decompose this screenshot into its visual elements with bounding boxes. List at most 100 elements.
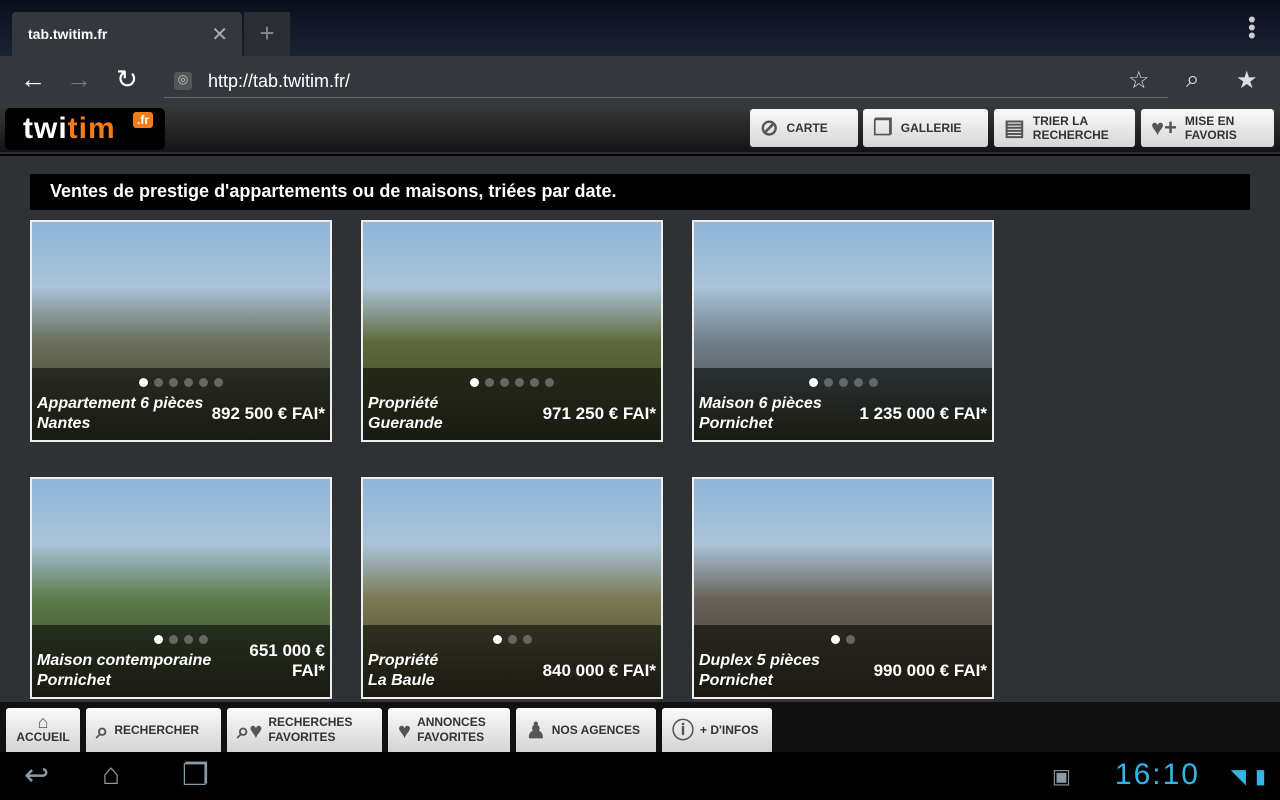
photo-dots (363, 374, 661, 392)
system-bar: ↩ ⌂ ❐ ▣ 16:10 ◥ ▮ (0, 752, 1280, 800)
nav-infos[interactable]: ⓘ + D'INFOS (662, 708, 772, 752)
battery-icon: ▮ (1254, 766, 1266, 788)
carousel-dot[interactable] (470, 378, 479, 387)
carousel-dot[interactable] (831, 635, 840, 644)
carousel-dot[interactable] (184, 378, 193, 387)
carousel-dot[interactable] (545, 378, 554, 387)
carousel-dot[interactable] (214, 378, 223, 387)
carousel-dot[interactable] (492, 635, 502, 644)
photo-dots (694, 631, 992, 649)
listing-type: Propriété (368, 652, 439, 669)
listing-caption: Maison 6 pièces Pornichet 1 235 000 € FAI… (694, 368, 992, 440)
star-icon[interactable]: ☆ (1128, 66, 1150, 95)
listing-price: 651 000 € FAI* (249, 641, 325, 680)
listing-card[interactable]: Maison contemporaine Pornichet 651 000 € … (30, 477, 332, 699)
trier-button[interactable]: ▤ TRIER LA RECHERCHE (994, 109, 1135, 147)
close-tab-icon[interactable]: ✕ (211, 22, 228, 47)
listing-type: Maison 6 pièces (699, 395, 822, 412)
carousel-dot[interactable] (838, 378, 848, 387)
carousel-dot[interactable] (139, 378, 148, 387)
search-icon[interactable]: ⌕ (1186, 66, 1199, 94)
gallerie-button[interactable]: ❐ GALLERIE (863, 109, 988, 147)
carousel-dot[interactable] (507, 635, 517, 644)
listing-price: 840 000 € FAI* (542, 661, 656, 680)
new-tab-button[interactable]: + (244, 12, 290, 56)
listing-card[interactable]: Appartement 6 pièces Nantes 892 500 € FAI… (30, 220, 332, 442)
search-heart-icon: ⌕♥ (237, 717, 263, 743)
bookmarks-icon[interactable]: ★ (1236, 66, 1258, 95)
listing-card[interactable]: Maison 6 pièces Pornichet 1 235 000 € FAI… (692, 220, 994, 442)
agent-icon: ♟ (526, 717, 546, 743)
carousel-dot[interactable] (853, 378, 863, 387)
listing-caption: Propriété La Baule 840 000 € FAI* (363, 625, 661, 697)
back-icon[interactable]: ↩ (24, 758, 49, 793)
browser-tab[interactable]: tab.twitim.fr ✕ (12, 12, 242, 56)
carousel-dot[interactable] (154, 635, 163, 644)
home-icon: ⌂ (37, 712, 49, 732)
url-input[interactable]: ◎ http://tab.twitim.fr/ (164, 64, 1168, 98)
carousel-dot[interactable] (199, 635, 208, 644)
carousel-dot[interactable] (823, 378, 833, 387)
listing-title: Duplex 5 pièces Pornichet (699, 651, 820, 691)
bottom-nav: ⌂ ACCUEIL ⌕ RECHERCHER ⌕♥ RECHERCHES FAVORI… (0, 702, 1280, 752)
listing-title: Propriété La Baule (368, 651, 438, 691)
listing-price: 892 500 € FAI* (211, 404, 325, 423)
globe-icon: ◎ (174, 72, 192, 90)
listing-card[interactable]: Duplex 5 pièces Pornichet 990 000 € FAI* (692, 477, 994, 699)
carousel-dot[interactable] (485, 378, 494, 387)
logo-text-a: twi (23, 112, 68, 145)
carousel-dot[interactable] (530, 378, 539, 387)
listing-area: Ventes de prestige d'appartements ou de … (0, 156, 1280, 702)
listing-type: Maison contemporaine (37, 652, 212, 669)
listing-caption: Propriété Guerande 971 250 € FAI* (363, 368, 661, 440)
carousel-dot[interactable] (169, 635, 178, 644)
button-label: GALLERIE (900, 121, 962, 135)
listing-type: Appartement 6 pièces (37, 395, 204, 412)
nav-label: RECHERCHER (114, 722, 200, 737)
compass-icon: ⊘ (760, 115, 779, 140)
carousel-dot[interactable] (199, 378, 208, 387)
carousel-dot[interactable] (500, 378, 509, 387)
heart-icon: ♥ (398, 717, 412, 743)
search-icon: ⌕ (96, 717, 109, 743)
logo-text-b: tim (67, 112, 116, 145)
carousel-dot[interactable] (184, 635, 193, 644)
twitim-logo[interactable]: twitim .fr (5, 108, 165, 150)
listing-type: Duplex 5 pièces (699, 652, 820, 669)
listing-caption: Maison contemporaine Pornichet 651 000 € … (32, 625, 330, 697)
carousel-dot[interactable] (169, 378, 178, 387)
forward-icon[interactable]: → (66, 64, 92, 95)
nav-accueil[interactable]: ⌂ ACCUEIL (6, 708, 80, 752)
listing-type: Propriété (368, 395, 439, 412)
gallery-notification-icon[interactable]: ▣ (1052, 764, 1071, 789)
nav-annonces-favorites[interactable]: ♥ ANNONCES FAVORITES (388, 708, 510, 752)
carousel-dot[interactable] (808, 378, 818, 387)
carousel-dot[interactable] (515, 378, 524, 387)
listing-city: Pornichet (699, 672, 773, 689)
listing-price: 1 235 000 € FAI* (859, 404, 987, 423)
carousel-dot[interactable] (154, 378, 163, 387)
carousel-dot[interactable] (522, 635, 532, 644)
listing-city: Pornichet (699, 415, 773, 432)
address-bar-row: ← → ↻ ◎ http://tab.twitim.fr/ ☆ ⌕ ★ (0, 56, 1280, 104)
listing-card[interactable]: Propriété Guerande 971 250 € FAI* (361, 220, 663, 442)
listing-card[interactable]: Propriété La Baule 840 000 € FAI* (361, 477, 663, 699)
listing-city: Nantes (37, 415, 91, 432)
carte-button[interactable]: ⊘ CARTE (750, 109, 858, 147)
recent-apps-icon[interactable]: ❐ (182, 758, 209, 793)
wifi-icon: ◥ (1230, 766, 1246, 788)
carousel-dot[interactable] (846, 635, 855, 644)
nav-rechercher[interactable]: ⌕ RECHERCHER (86, 708, 221, 752)
overflow-menu-icon[interactable]: • • • (1248, 9, 1256, 47)
nav-recherches-favorites[interactable]: ⌕♥ RECHERCHES FAVORITES (227, 708, 382, 752)
nav-nos-agences[interactable]: ♟ NOS AGENCES (516, 708, 656, 752)
gallery-icon: ❐ (873, 115, 893, 140)
back-icon[interactable]: ← (20, 64, 46, 95)
favoris-button[interactable]: ♥+ MISE EN FAVORIS (1141, 109, 1274, 147)
heart-plus-icon: ♥+ (1151, 115, 1177, 140)
reload-icon[interactable]: ↻ (116, 64, 138, 95)
home-icon[interactable]: ⌂ (102, 758, 120, 792)
listing-city: Pornichet (37, 672, 111, 689)
carousel-dot[interactable] (868, 378, 878, 387)
photo-dots (363, 631, 661, 649)
